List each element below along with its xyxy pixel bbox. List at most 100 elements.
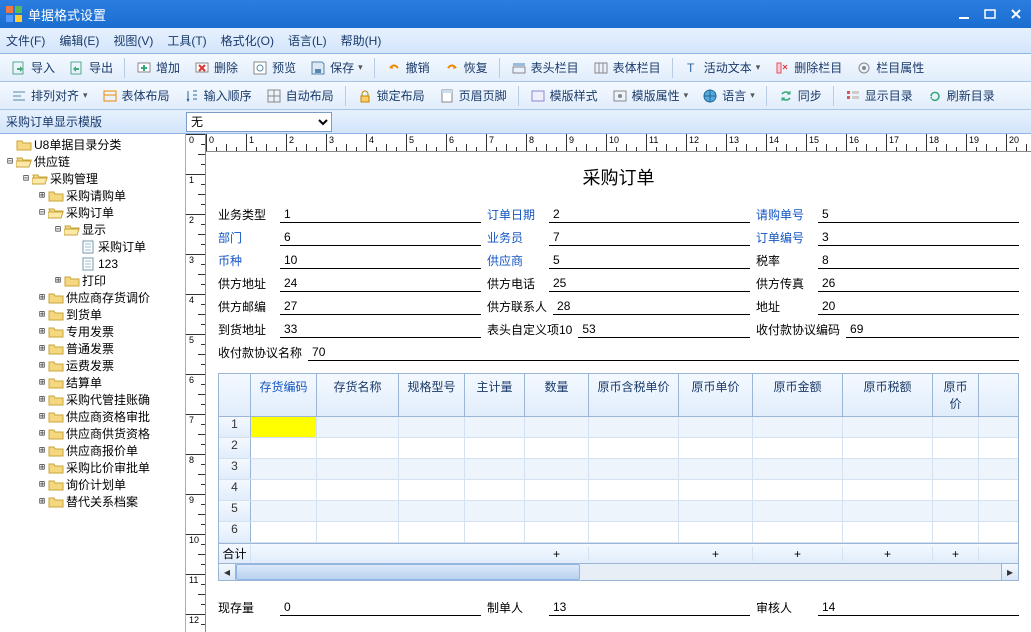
template-select[interactable]: 无 [186,112,332,132]
grid-header[interactable]: 原币单价 [679,374,753,416]
field-value[interactable]: 14 [818,600,1019,616]
form-field[interactable]: 业务员7 [487,229,750,246]
field-value[interactable]: 5 [549,253,750,269]
menu-help[interactable]: 帮助(H) [341,32,382,49]
tree-node[interactable]: ⊟采购管理 [0,170,185,187]
tree-expander[interactable]: ⊞ [36,428,48,439]
form-field[interactable]: 订单编号3 [756,229,1019,246]
field-value[interactable]: 20 [818,299,1019,315]
add-button[interactable]: 增加 [129,56,187,79]
language-button[interactable]: 语言▾ [695,84,762,107]
field-value[interactable]: 6 [280,230,481,246]
grid-header[interactable]: 原币价 [933,374,979,416]
grid-header[interactable]: 原币税额 [843,374,933,416]
tree-expander[interactable]: ⊞ [36,190,48,201]
form-field[interactable]: 供方地址24 [218,275,481,292]
tree-expander[interactable]: ⊟ [52,224,64,235]
tree-expander[interactable]: ⊞ [36,496,48,507]
grid-header[interactable]: 原币含税单价 [589,374,679,416]
tree-expander[interactable]: ⊞ [36,411,48,422]
form-field[interactable]: 供应商5 [487,252,750,269]
field-value[interactable]: 7 [549,230,750,246]
refreshcat-button[interactable]: 刷新目录 [920,84,1002,107]
showcat-button[interactable]: 显示目录 [838,84,920,107]
tree-expander[interactable]: ⊞ [36,479,48,490]
form-field[interactable]: 供方电话25 [487,275,750,292]
tree-node[interactable]: ⊞运费发票 [0,357,185,374]
field-value[interactable]: 8 [818,253,1019,269]
grid-header[interactable]: 原币金额 [753,374,843,416]
locklayout-button[interactable]: 锁定布局 [350,84,432,107]
scroll-right-icon[interactable]: ▸ [1001,564,1018,580]
tree-node[interactable]: ⊞普通发票 [0,340,185,357]
field-value[interactable]: 69 [846,322,1019,338]
tree-node[interactable]: ⊞采购比价审批单 [0,459,185,476]
tree-expander[interactable]: ⊞ [36,394,48,405]
form-field[interactable]: 供方联系人28 [487,298,750,315]
form-field[interactable]: 收付款协议编码69 [756,321,1019,338]
import-button[interactable]: 导入 [4,56,62,79]
form-field[interactable]: 供方邮编27 [218,298,481,315]
bodylayout-button[interactable]: 表体布局 [95,84,177,107]
menu-edit[interactable]: 编辑(E) [59,32,99,49]
grid-hscroll[interactable]: ◂ ▸ [218,564,1019,581]
menu-lang[interactable]: 语言(L) [288,32,327,49]
form-field[interactable]: 现存量0 [218,599,481,616]
field-value[interactable]: 27 [280,299,481,315]
tree-expander[interactable]: ⊞ [36,292,48,303]
delcol-button[interactable]: 删除栏目 [767,56,849,79]
minimize-button[interactable] [955,7,973,21]
field-value[interactable]: 3 [818,230,1019,246]
undo-button[interactable]: 撤销 [379,56,437,79]
tree-node[interactable]: ⊞采购请购单 [0,187,185,204]
headcol-button[interactable]: 表头栏目 [504,56,586,79]
activetext-button[interactable]: T活动文本▾ [677,56,768,79]
grid-row[interactable]: 5 [219,501,1018,522]
grid-row[interactable]: 6 [219,522,1018,543]
tree-node[interactable]: ⊞供应商存货调价 [0,289,185,306]
field-value[interactable]: 53 [578,322,750,338]
grid-row[interactable]: 1 [219,417,1018,438]
field-value[interactable]: 5 [818,207,1019,223]
tree-node[interactable]: ⊞专用发票 [0,323,185,340]
tree-node[interactable]: 采购订单 [0,238,185,255]
autolayout-button[interactable]: 自动布局 [259,84,341,107]
tmplstyle-button[interactable]: 模版样式 [523,84,605,107]
field-value[interactable]: 33 [280,322,481,338]
field-value[interactable]: 70 [308,345,1019,361]
menu-tool[interactable]: 工具(T) [167,32,206,49]
form-field[interactable]: 供方传真26 [756,275,1019,292]
field-value[interactable]: 10 [280,253,481,269]
field-value[interactable]: 26 [818,276,1019,292]
field-value[interactable]: 0 [280,600,481,616]
menu-view[interactable]: 视图(V) [113,32,153,49]
grid-row[interactable]: 2 [219,438,1018,459]
design-canvas[interactable]: 采购订单 业务类型1订单日期2请购单号5部门6业务员7订单编号3币种10供应商5… [206,152,1031,632]
tree-expander[interactable]: ⊟ [36,207,48,218]
field-value[interactable]: 24 [280,276,481,292]
maximize-button[interactable] [981,7,999,21]
tree-expander[interactable]: ⊞ [36,445,48,456]
tree-node[interactable]: ⊞结算单 [0,374,185,391]
scroll-left-icon[interactable]: ◂ [219,564,236,580]
field-value[interactable]: 1 [280,207,481,223]
form-field[interactable]: 地址20 [756,298,1019,315]
form-field[interactable]: 业务类型1 [218,206,481,223]
export-button[interactable]: 导出 [62,56,120,79]
grid-row[interactable]: 3 [219,459,1018,480]
delete-button[interactable]: 删除 [187,56,245,79]
form-field[interactable]: 请购单号5 [756,206,1019,223]
field-value[interactable]: 2 [549,207,750,223]
grid-header[interactable]: 存货名称 [317,374,399,416]
tree-node[interactable]: ⊞采购代管挂账确 [0,391,185,408]
colprop-button[interactable]: 栏目属性 [849,56,931,79]
redo-button[interactable]: 恢复 [437,56,495,79]
field-value[interactable]: 13 [549,600,750,616]
tree-node[interactable]: ⊞供应商资格审批 [0,408,185,425]
tree-node[interactable]: ⊞询价计划单 [0,476,185,493]
tree-node[interactable]: ⊞到货单 [0,306,185,323]
tree-expander[interactable]: ⊟ [4,156,16,167]
bodycol-button[interactable]: 表体栏目 [586,56,668,79]
grid-header[interactable]: 规格型号 [399,374,465,416]
save-button[interactable]: 保存▾ [303,56,370,79]
